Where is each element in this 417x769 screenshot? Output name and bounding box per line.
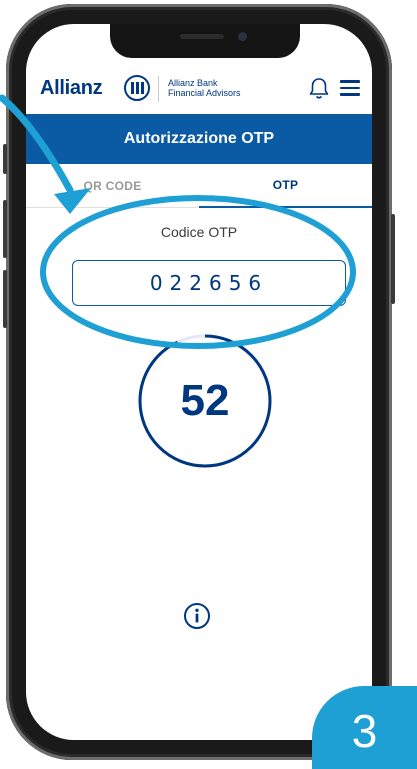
info-icon[interactable] [183,602,211,630]
phone-side-button [3,270,7,328]
hamburger-menu-icon[interactable] [340,80,360,96]
tab-bar: QR CODE OTP [26,164,372,208]
allianz-logo-icon [124,75,150,101]
otp-code-field: 022656 [72,260,346,306]
phone-frame: Allianz Allianz Bank Financial Advisors … [3,4,395,760]
tab-otp[interactable]: OTP [199,164,372,208]
countdown-seconds: 52 [180,376,230,425]
otp-label: Codice OTP [160,224,238,240]
phone-side-button [3,200,7,258]
front-camera [238,32,247,41]
bank-name-line2: Financial Advisors [168,88,241,98]
phone-side-button [391,214,395,304]
app-header: Allianz Allianz Bank Financial Advisors [26,64,372,114]
bell-icon[interactable] [308,76,330,100]
brand-name: Allianz [40,77,103,99]
phone-side-button [3,144,7,174]
header-divider [158,76,159,102]
bank-name: Allianz Bank Financial Advisors [168,78,241,98]
speaker-grille [180,34,224,39]
page-title: Autorizzazione OTP [26,114,372,164]
bank-name-line1: Allianz Bank [168,78,218,88]
phone-notch [110,24,300,58]
phone-screen: Allianz Allianz Bank Financial Advisors … [26,24,372,740]
tab-qr-code[interactable]: QR CODE [26,164,199,208]
